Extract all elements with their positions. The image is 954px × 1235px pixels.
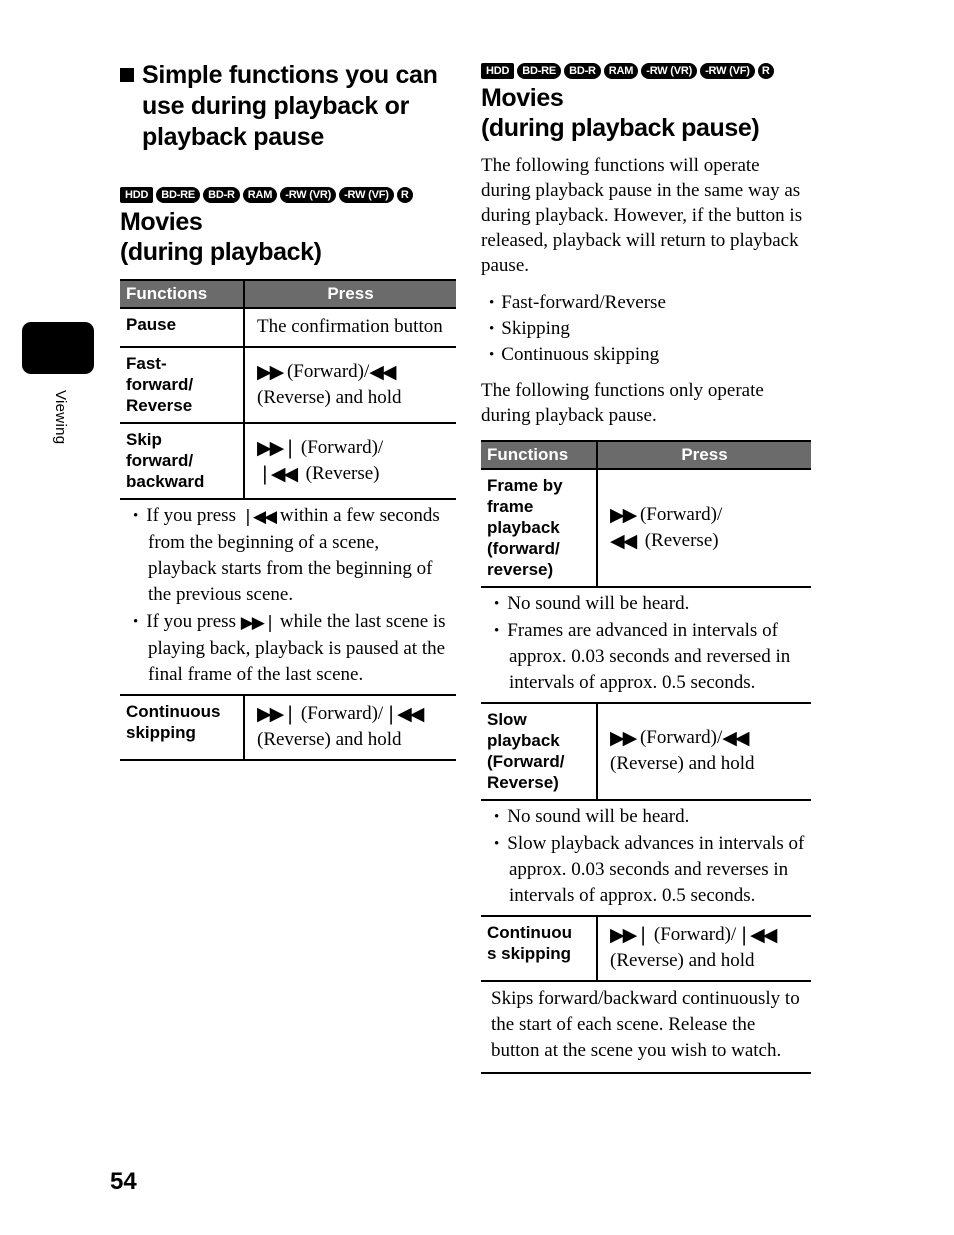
page-number: 54: [110, 1168, 137, 1195]
badge-ram: RAM: [242, 187, 278, 203]
rewind-icon: ◀◀: [722, 727, 749, 749]
badge-hdd: HDD: [481, 63, 515, 79]
press-line: The confirmation button: [257, 316, 443, 337]
table-header-row: Functions Press: [120, 279, 456, 309]
rewind-icon: ◀◀: [610, 529, 637, 552]
col-header-press: Press: [244, 279, 456, 309]
table-row: Fast-forward/Reverse ▶▶ (Forward)/◀◀ (Rev…: [120, 347, 456, 424]
skip-prev-icon: ❘◀◀: [383, 703, 424, 725]
table-row: Frame by frame playback (forward/reverse) ▶…: [481, 469, 811, 588]
right-column: HDD BD-RE BD-R RAM -RW (VR) -RW (VF) R Movies …: [481, 63, 811, 1074]
row-press-slow-playback: ▶▶ (Forward)/◀◀ (Reverse) and hold: [597, 703, 811, 801]
col-header-press: Press: [597, 440, 811, 470]
table-row: Skip forward/backward ▶▶❘ (Forward)/❘◀◀ (…: [120, 423, 456, 500]
left-functions-table: Functions Press Pause The confirmation b…: [120, 279, 456, 761]
fast-forward-icon: ▶▶: [610, 727, 637, 749]
right-bullet-list: Fast-forward/Reverse Skipping Continuous…: [481, 290, 811, 368]
section-heading-text: Simple functions you can use during play…: [142, 61, 438, 151]
right-table-notes-1: No sound will be heard. Frames are advan…: [481, 587, 811, 704]
badge-rw-vr: -RW (VR): [641, 63, 698, 79]
left-table-notes: If you press ❘◀◀ within a few seconds fr…: [120, 499, 456, 696]
rewind-icon: ◀◀: [369, 360, 396, 383]
note-paragraph: Skips forward/backward continuously to t…: [491, 988, 800, 1061]
skip-next-icon: ▶▶❘: [610, 924, 651, 946]
row-function-pause: Pause: [120, 308, 245, 348]
note-item: No sound will be heard.: [485, 591, 807, 617]
media-badges-right: HDD BD-RE BD-R RAM -RW (VR) -RW (VF) R: [481, 63, 811, 79]
row-function-slow-playback: Slow playback (Forward/Reverse): [481, 703, 598, 801]
table-row: Slow playback (Forward/Reverse) ▶▶ (Forwar…: [481, 703, 811, 801]
row-press-pause: The confirmation button: [244, 308, 456, 348]
right-subheading-line2: (during playback pause): [481, 114, 760, 142]
skip-prev-icon: ❘◀◀: [257, 462, 298, 485]
table-row: Pause The confirmation button: [120, 308, 456, 348]
note-item: Frames are advanced in intervals of appr…: [485, 618, 807, 696]
right-functions-table: Functions Press Frame by frame playback (fo…: [481, 440, 811, 1074]
badge-rw-vf: -RW (VF): [700, 63, 755, 79]
row-press-continuous-skipping: ▶▶❘ (Forward)/❘◀◀ (Reverse) and hold: [244, 695, 456, 761]
table-header-row: Functions Press: [481, 440, 811, 470]
skip-next-icon: ▶▶❘: [240, 613, 277, 633]
right-second-paragraph: The following functions only operate dur…: [481, 380, 764, 426]
badge-hdd: HDD: [120, 187, 154, 203]
badge-ram: RAM: [603, 63, 639, 79]
section-tab-label: Viewing: [52, 390, 69, 445]
skip-next-icon: ▶▶❘: [257, 703, 298, 725]
row-press-continuous-skipping: ▶▶❘ (Forward)/❘◀◀ (Reverse) and hold: [597, 916, 811, 982]
section-heading: Simple functions you can use during play…: [120, 60, 456, 153]
list-item: Skipping: [481, 316, 811, 342]
right-intro-paragraph: The following functions will operate dur…: [481, 155, 803, 276]
row-press-frame-by-frame: ▶▶ (Forward)/◀◀ (Reverse): [597, 469, 811, 588]
badge-bd-r: BD-R: [203, 187, 240, 203]
badge-bd-r: BD-R: [564, 63, 601, 79]
badge-r: R: [396, 187, 413, 203]
table-row: Continuous skipping ▶▶❘ (Forward)/❘◀◀ (Rev…: [120, 695, 456, 761]
table-row: Continuou s skipping ▶▶❘ (Forward)/❘◀◀ (Re…: [481, 916, 811, 982]
badge-rw-vf: -RW (VF): [339, 187, 394, 203]
badge-bd-re: BD-RE: [517, 63, 562, 79]
manual-page: Viewing Simple functions you can use dur…: [0, 0, 954, 1235]
skip-prev-icon: ❘◀◀: [240, 507, 277, 527]
table-notes-row: No sound will be heard. Frames are advan…: [481, 587, 811, 704]
row-function-frame-by-frame: Frame by frame playback (forward/reverse): [481, 469, 598, 588]
skip-next-icon: ▶▶❘: [257, 436, 298, 459]
right-table-notes-2: No sound will be heard. Slow playback ad…: [481, 800, 811, 917]
left-subheading: Movies (during playback): [120, 207, 456, 267]
table-notes-row: No sound will be heard. Slow playback ad…: [481, 800, 811, 917]
list-item: Continuous skipping: [481, 342, 811, 368]
fast-forward-icon: ▶▶: [610, 503, 637, 526]
badge-r: R: [757, 63, 774, 79]
row-press-fast-forward-reverse: ▶▶ (Forward)/◀◀ (Reverse) and hold: [244, 347, 456, 424]
square-bullet-icon: [120, 68, 134, 82]
note-item: If you press ▶▶❘ while the last scene is…: [124, 609, 452, 688]
left-subheading-line2: (during playback): [120, 238, 322, 266]
right-subheading-line1: Movies: [481, 84, 564, 112]
table-notes-row: Skips forward/backward continuously to t…: [481, 981, 811, 1074]
note-item: Slow playback advances in intervals of a…: [485, 831, 807, 909]
row-press-skip-forward-backward: ▶▶❘ (Forward)/❘◀◀ (Reverse): [244, 423, 456, 500]
note-item: No sound will be heard.: [485, 804, 807, 830]
badge-rw-vr: -RW (VR): [280, 187, 337, 203]
fast-forward-icon: ▶▶: [257, 360, 284, 383]
badge-bd-re: BD-RE: [156, 187, 201, 203]
table-notes-row: If you press ❘◀◀ within a few seconds fr…: [120, 499, 456, 696]
left-column: Simple functions you can use during play…: [120, 60, 456, 761]
note-item: If you press ❘◀◀ within a few seconds fr…: [124, 503, 452, 608]
section-tab-marker: [22, 322, 94, 374]
skip-prev-icon: ❘◀◀: [736, 924, 777, 946]
right-subheading: Movies (during playback pause): [481, 83, 811, 143]
row-function-fast-forward-reverse: Fast-forward/Reverse: [120, 347, 245, 424]
row-function-continuous-skipping: Continuous skipping: [120, 695, 245, 761]
col-header-functions: Functions: [120, 279, 245, 309]
row-function-skip-forward-backward: Skip forward/backward: [120, 423, 245, 500]
media-badges-left: HDD BD-RE BD-R RAM -RW (VR) -RW (VF) R: [120, 187, 456, 203]
list-item: Fast-forward/Reverse: [481, 290, 811, 316]
left-subheading-line1: Movies: [120, 208, 203, 236]
right-table-notes-3: Skips forward/backward continuously to t…: [481, 981, 811, 1074]
col-header-functions: Functions: [481, 440, 598, 470]
row-function-continuous-skipping: Continuou s skipping: [481, 916, 598, 982]
